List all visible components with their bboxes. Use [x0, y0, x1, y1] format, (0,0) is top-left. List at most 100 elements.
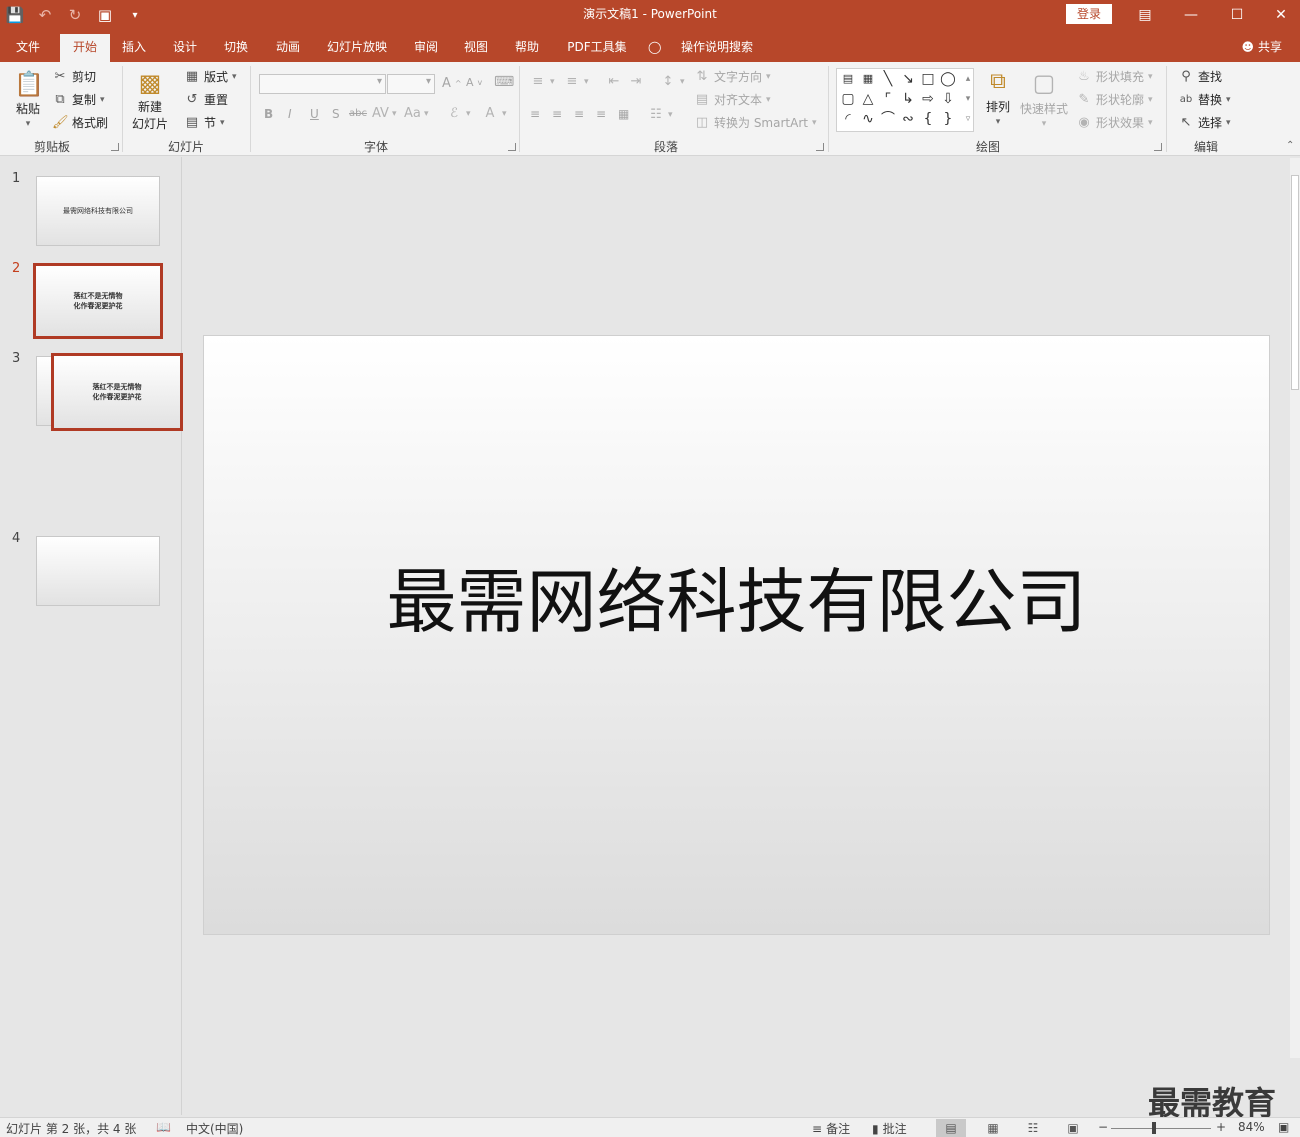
slide-thumbnail-4[interactable]	[36, 536, 160, 606]
slide-thumbnail-3[interactable]: 落红不是无情物 化作春泥更护花	[51, 353, 183, 431]
align-text-button[interactable]: ▤ 对齐文本 ▾	[694, 91, 771, 108]
convert-smartart-button[interactable]: ◫ 转换为 SmartArt ▾	[694, 114, 817, 131]
change-case-button[interactable]: Aa ▾	[404, 106, 429, 122]
character-spacing-button[interactable]: AV ▾	[372, 106, 397, 122]
start-from-beginning-icon[interactable]: ▣	[90, 0, 120, 30]
find-button[interactable]: ⚲ 查找	[1178, 68, 1222, 85]
left-brace-shape-icon[interactable]: {	[919, 110, 937, 128]
slide-thumbnail-2[interactable]: 落红不是无情物 化作春泥更护花	[33, 263, 163, 339]
arc-shape-icon[interactable]: ⌒	[879, 110, 897, 128]
bullets-button[interactable]: ≡ ▾	[530, 74, 555, 90]
language-indicator[interactable]: 中文(中国)	[186, 1120, 243, 1137]
arrange-button[interactable]: ⧉ 排列 ▾	[984, 68, 1012, 127]
drawing-launcher-icon[interactable]	[1154, 143, 1162, 151]
replace-button[interactable]: ab 替换 ▾	[1178, 91, 1231, 108]
quick-styles-button[interactable]: ▢ 快速样式 ▾	[1020, 68, 1068, 129]
vertical-textbox-shape-icon[interactable]: ▦	[859, 70, 877, 88]
clear-formatting-icon[interactable]: ⌨	[494, 74, 514, 90]
font-size-combo[interactable]	[387, 74, 435, 94]
paragraph-launcher-icon[interactable]	[816, 143, 824, 151]
italic-button[interactable]: I	[288, 107, 292, 121]
align-center-icon[interactable]: ≡	[552, 107, 562, 121]
font-launcher-icon[interactable]	[508, 143, 516, 151]
rounded-rectangle-shape-icon[interactable]: ▢	[839, 90, 857, 108]
triangle-shape-icon[interactable]: △	[859, 90, 877, 108]
reading-view-icon[interactable]: ☷	[1018, 1119, 1048, 1137]
line-shape-icon[interactable]: ╲	[879, 70, 897, 88]
collapse-ribbon-icon[interactable]: ⌃	[1286, 140, 1294, 151]
comments-button[interactable]: ▮ 批注	[872, 1120, 907, 1137]
scrollbar-thumb[interactable]	[1291, 175, 1299, 390]
tab-view[interactable]: 视图	[456, 34, 496, 62]
oval-shape-icon[interactable]: ◯	[939, 70, 957, 88]
format-painter-button[interactable]: 🖌 格式刷	[52, 114, 108, 131]
freeform-shape-icon[interactable]: ◜	[839, 110, 857, 128]
zoom-level[interactable]: 84%	[1238, 1120, 1265, 1134]
tab-help[interactable]: 帮助	[507, 34, 547, 62]
bold-button[interactable]: B	[264, 107, 273, 121]
tab-pdf-tools[interactable]: PDF工具集	[562, 34, 632, 62]
save-icon[interactable]: 💾	[0, 0, 30, 30]
tab-file[interactable]: 文件	[4, 34, 52, 62]
new-slide-button[interactable]: ▩ 新建 幻灯片	[132, 68, 168, 132]
right-arrow-shape-icon[interactable]: ⇨	[919, 90, 937, 108]
spell-check-icon[interactable]: 📖	[156, 1120, 171, 1134]
arrow-line-shape-icon[interactable]: ↘	[899, 70, 917, 88]
slideshow-view-icon[interactable]: ▣	[1058, 1119, 1088, 1137]
clipboard-launcher-icon[interactable]	[111, 143, 119, 151]
minimize-icon[interactable]: —	[1168, 0, 1214, 30]
underline-button[interactable]: U	[310, 107, 319, 121]
tab-design[interactable]: 设计	[165, 34, 205, 62]
redo-icon[interactable]: ↻	[60, 0, 90, 30]
tab-review[interactable]: 审阅	[406, 34, 446, 62]
zoom-slider-handle[interactable]	[1152, 1122, 1156, 1134]
gallery-down-icon[interactable]: ▾	[959, 90, 977, 108]
customize-qat-icon[interactable]: ▾	[120, 0, 150, 30]
decrease-indent-icon[interactable]: ⇤	[606, 74, 622, 90]
slide-title[interactable]: 最需网络科技有限公司	[204, 546, 1269, 647]
tab-slideshow[interactable]: 幻灯片放映	[321, 34, 393, 62]
zoom-slider[interactable]	[1111, 1128, 1211, 1129]
increase-font-icon[interactable]: A ^	[442, 76, 462, 91]
tab-transitions[interactable]: 切换	[216, 34, 256, 62]
fit-to-window-icon[interactable]: ▣	[1278, 1120, 1289, 1134]
font-name-combo[interactable]	[259, 74, 386, 94]
gallery-more-icon[interactable]: ▿	[959, 110, 977, 128]
paste-button[interactable]: 📋 粘贴 ▾	[14, 70, 44, 129]
layout-button[interactable]: ▦ 版式 ▾	[184, 68, 237, 85]
numbering-button[interactable]: ≡ ▾	[564, 74, 589, 90]
select-button[interactable]: ↖ 选择 ▾	[1178, 114, 1231, 131]
gallery-up-icon[interactable]: ▴	[959, 70, 977, 88]
shape-fill-button[interactable]: ♨ 形状填充 ▾	[1076, 68, 1152, 85]
columns-button[interactable]: ☷ ▾	[648, 107, 672, 123]
zoom-out-button[interactable]: −	[1098, 1120, 1108, 1134]
tab-insert[interactable]: 插入	[114, 34, 154, 62]
shadow-button[interactable]: S	[332, 107, 340, 121]
rectangle-shape-icon[interactable]: □	[919, 70, 937, 88]
justify-icon[interactable]: ≡	[596, 107, 606, 121]
shapes-gallery[interactable]: ▤ ▦ ╲ ↘ □ ◯ ▢ △ ⌜ ↳ ⇨ ⇩ ◜ ∿ ⌒ ∾ { } ▴ ▾ …	[836, 68, 974, 132]
share-button[interactable]: ☻ 共享	[1241, 38, 1282, 55]
highlight-button[interactable]: ℰ ▾	[446, 106, 470, 122]
tab-animations[interactable]: 动画	[267, 34, 309, 62]
text-direction-button[interactable]: ⇅ 文字方向 ▾	[694, 68, 771, 85]
slide-sorter-view-icon[interactable]: ▦	[978, 1119, 1008, 1137]
align-left-icon[interactable]: ≡	[530, 107, 540, 121]
ribbon-display-options-icon[interactable]: ▤	[1122, 0, 1168, 30]
font-color-button[interactable]: A ▾	[482, 106, 507, 122]
normal-view-icon[interactable]: ▤	[936, 1119, 966, 1137]
shape-effects-button[interactable]: ◉ 形状效果 ▾	[1076, 114, 1152, 131]
slide-thumbnail-1[interactable]: 最需网络科技有限公司	[36, 176, 160, 246]
distributed-icon[interactable]: ▦	[618, 107, 629, 121]
tab-home[interactable]: 开始	[60, 34, 110, 62]
increase-indent-icon[interactable]: ⇥	[628, 74, 644, 90]
align-right-icon[interactable]: ≡	[574, 107, 584, 121]
login-button[interactable]: 登录	[1066, 4, 1112, 24]
undo-icon[interactable]: ↶	[30, 0, 60, 30]
shape-outline-button[interactable]: ✎ 形状轮廓 ▾	[1076, 91, 1153, 108]
decrease-font-icon[interactable]: Av	[466, 76, 482, 89]
right-brace-shape-icon[interactable]: }	[939, 110, 957, 128]
elbow-connector-shape-icon[interactable]: ⌜	[879, 90, 897, 108]
close-icon[interactable]: ✕	[1258, 0, 1300, 30]
section-button[interactable]: ▤ 节 ▾	[184, 114, 225, 131]
